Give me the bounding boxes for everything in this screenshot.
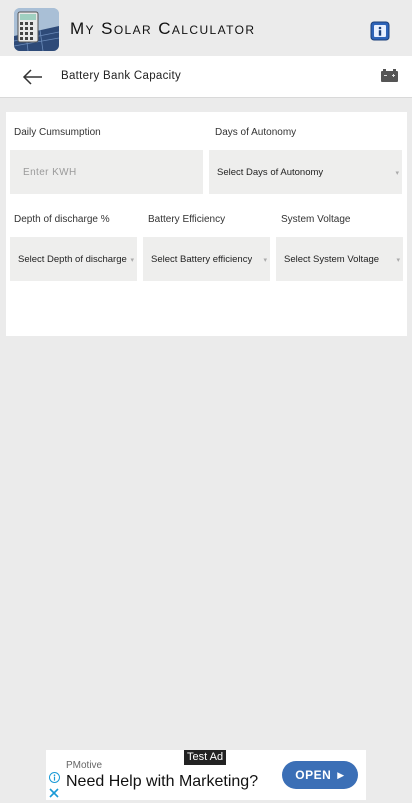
ad-sponsor: PMotive	[66, 760, 103, 771]
days-autonomy-value: Select Days of Autonomy	[217, 166, 324, 178]
battery-efficiency-value: Select Battery efficiency	[151, 253, 253, 265]
daily-consumption-field[interactable]	[10, 150, 203, 194]
arrow-left-icon[interactable]	[22, 68, 44, 86]
ad-banner[interactable]: Test Ad PMotive Need Help with Marketing…	[46, 750, 366, 800]
battery-efficiency-select[interactable]: Select Battery efficiency ▾	[143, 237, 270, 281]
ad-open-label: OPEN	[295, 768, 332, 782]
ad-headline[interactable]: Need Help with Marketing?	[66, 773, 258, 791]
app-title: My Solar Calculator	[70, 19, 256, 38]
test-ad-badge: Test Ad	[184, 750, 227, 765]
chevron-down-icon: ▾	[396, 257, 400, 264]
app-bar: My Solar Calculator	[0, 0, 412, 56]
days-autonomy-select[interactable]: Select Days of Autonomy ▾	[209, 150, 402, 194]
ad-open-button[interactable]: OPEN ▶	[282, 761, 358, 789]
screen-header: Battery Bank Capacity	[0, 56, 412, 98]
depth-discharge-label: Depth of discharge %	[14, 214, 110, 225]
system-voltage-select[interactable]: Select System Voltage ▾	[276, 237, 403, 281]
days-autonomy-label: Days of Autonomy	[215, 127, 297, 138]
ad-close-icon[interactable]	[49, 785, 59, 798]
kwh-input[interactable]	[21, 165, 195, 179]
ad-info-icon[interactable]	[49, 770, 60, 783]
chevron-down-icon: ▾	[130, 257, 134, 264]
chevron-down-icon: ▾	[395, 170, 399, 177]
form-card: Daily Cumsumption Days of Autonomy Selec…	[6, 112, 407, 336]
depth-discharge-select[interactable]: Select Depth of discharge ▾	[10, 237, 137, 281]
battery-efficiency-label: Battery Efficiency	[148, 214, 226, 225]
system-voltage-value: Select System Voltage	[284, 253, 380, 265]
daily-consumption-label: Daily Cumsumption	[14, 127, 101, 138]
screen-title: Battery Bank Capacity	[61, 70, 182, 82]
battery-icon[interactable]	[381, 69, 398, 82]
info-icon[interactable]	[370, 21, 390, 41]
system-voltage-label: System Voltage	[281, 214, 351, 225]
chevron-down-icon: ▾	[263, 257, 267, 264]
solar-calculator-logo-icon	[14, 8, 59, 51]
play-arrow-icon: ▶	[337, 769, 345, 780]
depth-discharge-value: Select Depth of discharge	[18, 253, 127, 265]
